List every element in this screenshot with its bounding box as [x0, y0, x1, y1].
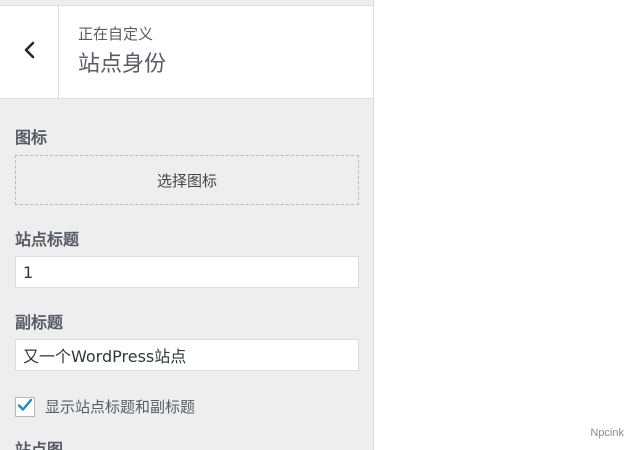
customizing-label: 正在自定义 — [78, 25, 154, 43]
site-icon-label: 图标 — [15, 128, 48, 147]
watermark: Npcink — [590, 427, 624, 439]
next-section-label: 站点图 — [15, 440, 75, 450]
tagline-input[interactable] — [15, 339, 359, 371]
site-title-label: 站点标题 — [15, 230, 80, 249]
chevron-left-icon — [22, 40, 36, 64]
site-title-input[interactable] — [15, 256, 359, 288]
display-header-text-label: 显示站点标题和副标题 — [45, 398, 196, 416]
select-site-icon-button[interactable]: 选择图标 — [15, 155, 359, 205]
display-header-text-checkbox[interactable] — [15, 396, 35, 417]
display-header-text-row: 显示站点标题和副标题 — [15, 396, 195, 417]
header-text: 正在自定义 站点身份 — [78, 24, 166, 80]
section-title: 站点身份 — [78, 52, 167, 77]
section-header: 正在自定义 站点身份 — [0, 6, 373, 99]
tagline-label: 副标题 — [15, 313, 64, 332]
checkmark-icon — [17, 397, 33, 417]
back-button[interactable] — [0, 6, 59, 98]
next-section-label-text: 站点图 — [15, 440, 64, 450]
customizer-sidebar: 正在自定义 站点身份 图标 选择图标 站点标题 副标题 显示站点标题和副标题 站… — [0, 0, 374, 450]
